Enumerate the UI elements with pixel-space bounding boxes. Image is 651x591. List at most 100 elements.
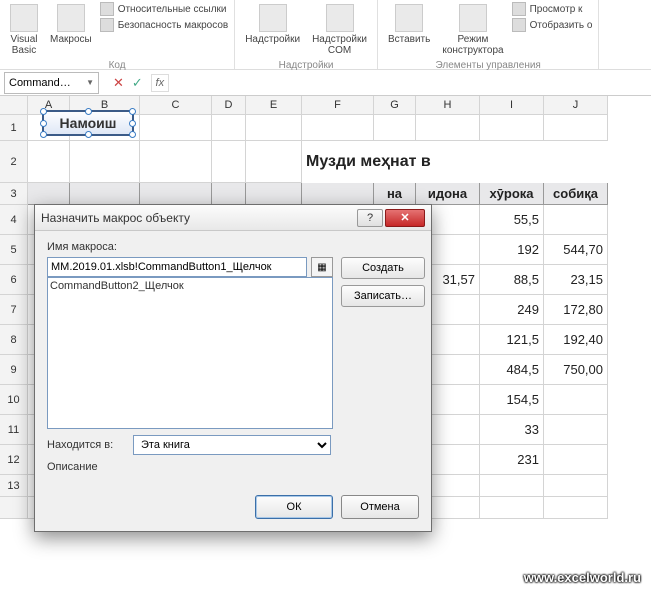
dialog-titlebar[interactable]: Назначить макрос объекту ? ✕: [35, 205, 431, 231]
cell[interactable]: 154,5: [480, 385, 544, 415]
row-header[interactable]: [0, 497, 28, 519]
row-header[interactable]: 4: [0, 205, 28, 235]
cell[interactable]: [544, 445, 608, 475]
addins-button[interactable]: Надстройки: [241, 2, 304, 47]
cell[interactable]: 484,5: [480, 355, 544, 385]
cell[interactable]: [544, 141, 608, 183]
cell[interactable]: 55,5: [480, 205, 544, 235]
create-button[interactable]: Создать: [341, 257, 425, 279]
cell[interactable]: [544, 415, 608, 445]
cell[interactable]: [544, 497, 608, 519]
name-box[interactable]: Command… ▼: [4, 72, 99, 94]
fx-icon[interactable]: fx: [151, 74, 169, 92]
cell[interactable]: 88,5: [480, 265, 544, 295]
column-header[interactable]: G: [374, 96, 416, 115]
row-header[interactable]: 13: [0, 475, 28, 497]
resize-handle[interactable]: [129, 120, 136, 127]
row-header[interactable]: 10: [0, 385, 28, 415]
row-header[interactable]: 1: [0, 115, 28, 141]
cell[interactable]: [70, 183, 140, 205]
resize-handle[interactable]: [85, 108, 92, 115]
macro-list[interactable]: CommandButton2_Щелчок: [47, 277, 333, 429]
cell[interactable]: [480, 497, 544, 519]
view-code-item[interactable]: Просмотр к: [512, 2, 593, 16]
record-button[interactable]: Записать…: [341, 285, 425, 307]
cell[interactable]: хӯрока: [480, 183, 544, 205]
cell[interactable]: [302, 115, 374, 141]
cancel-formula-icon[interactable]: ✕: [113, 75, 124, 91]
cell[interactable]: 231: [480, 445, 544, 475]
help-button[interactable]: ?: [357, 209, 383, 227]
cell[interactable]: [28, 141, 70, 183]
cell[interactable]: 33: [480, 415, 544, 445]
cell[interactable]: Музди меҳнат в: [302, 141, 374, 183]
cell[interactable]: [480, 141, 544, 183]
cell[interactable]: [140, 141, 212, 183]
column-header[interactable]: J: [544, 96, 608, 115]
macro-security-item[interactable]: Безопасность макросов: [100, 18, 229, 32]
shape-button[interactable]: Намоиш: [42, 110, 134, 136]
cell[interactable]: 192: [480, 235, 544, 265]
row-header[interactable]: 12: [0, 445, 28, 475]
column-header[interactable]: E: [246, 96, 302, 115]
column-header[interactable]: D: [212, 96, 246, 115]
cell[interactable]: [70, 141, 140, 183]
range-picker-icon[interactable]: ▦: [311, 257, 333, 277]
ok-button[interactable]: ОК: [255, 495, 333, 519]
cell[interactable]: 544,70: [544, 235, 608, 265]
cell[interactable]: 23,15: [544, 265, 608, 295]
cell[interactable]: собиқа: [544, 183, 608, 205]
cancel-button[interactable]: Отмена: [341, 495, 419, 519]
cell[interactable]: [544, 115, 608, 141]
visual-basic-button[interactable]: VisualBasic: [6, 2, 42, 58]
column-header[interactable]: H: [416, 96, 480, 115]
com-addins-button[interactable]: НадстройкиCOM: [308, 2, 371, 58]
cell[interactable]: 249: [480, 295, 544, 325]
row-header[interactable]: 7: [0, 295, 28, 325]
close-button[interactable]: ✕: [385, 209, 425, 227]
cell[interactable]: [212, 141, 246, 183]
list-item[interactable]: CommandButton2_Щелчок: [50, 280, 330, 292]
row-header[interactable]: 8: [0, 325, 28, 355]
cell[interactable]: 192,40: [544, 325, 608, 355]
enter-formula-icon[interactable]: ✓: [132, 75, 143, 91]
cell[interactable]: идона: [416, 183, 480, 205]
cell[interactable]: [544, 475, 608, 497]
cell[interactable]: на: [374, 183, 416, 205]
cell[interactable]: [544, 385, 608, 415]
select-all-corner[interactable]: [0, 96, 28, 115]
cell[interactable]: [544, 205, 608, 235]
resize-handle[interactable]: [40, 131, 47, 138]
cell[interactable]: [374, 115, 416, 141]
column-header[interactable]: F: [302, 96, 374, 115]
show-dialog-item[interactable]: Отобразить о: [512, 18, 593, 32]
row-header[interactable]: 3: [0, 183, 28, 205]
cell[interactable]: [28, 183, 70, 205]
row-header[interactable]: 6: [0, 265, 28, 295]
cell[interactable]: [140, 183, 212, 205]
resize-handle[interactable]: [85, 131, 92, 138]
cell[interactable]: [480, 115, 544, 141]
cell[interactable]: [246, 183, 302, 205]
cell[interactable]: [212, 115, 246, 141]
cell[interactable]: [246, 115, 302, 141]
cell[interactable]: 121,5: [480, 325, 544, 355]
cell[interactable]: [246, 141, 302, 183]
location-select[interactable]: Эта книга: [133, 435, 331, 455]
resize-handle[interactable]: [40, 120, 47, 127]
cell[interactable]: [416, 115, 480, 141]
macro-name-input[interactable]: [47, 257, 307, 277]
insert-control-button[interactable]: Вставить: [384, 2, 434, 47]
row-header[interactable]: 9: [0, 355, 28, 385]
row-header[interactable]: 2: [0, 141, 28, 183]
cell[interactable]: [480, 475, 544, 497]
cell[interactable]: 172,80: [544, 295, 608, 325]
macros-button[interactable]: Макросы: [46, 2, 96, 47]
resize-handle[interactable]: [129, 108, 136, 115]
cell[interactable]: [302, 183, 374, 205]
relative-refs-item[interactable]: Относительные ссылки: [100, 2, 229, 16]
row-header[interactable]: 5: [0, 235, 28, 265]
cell[interactable]: [140, 115, 212, 141]
design-mode-button[interactable]: Режимконструктора: [438, 2, 507, 58]
resize-handle[interactable]: [40, 108, 47, 115]
